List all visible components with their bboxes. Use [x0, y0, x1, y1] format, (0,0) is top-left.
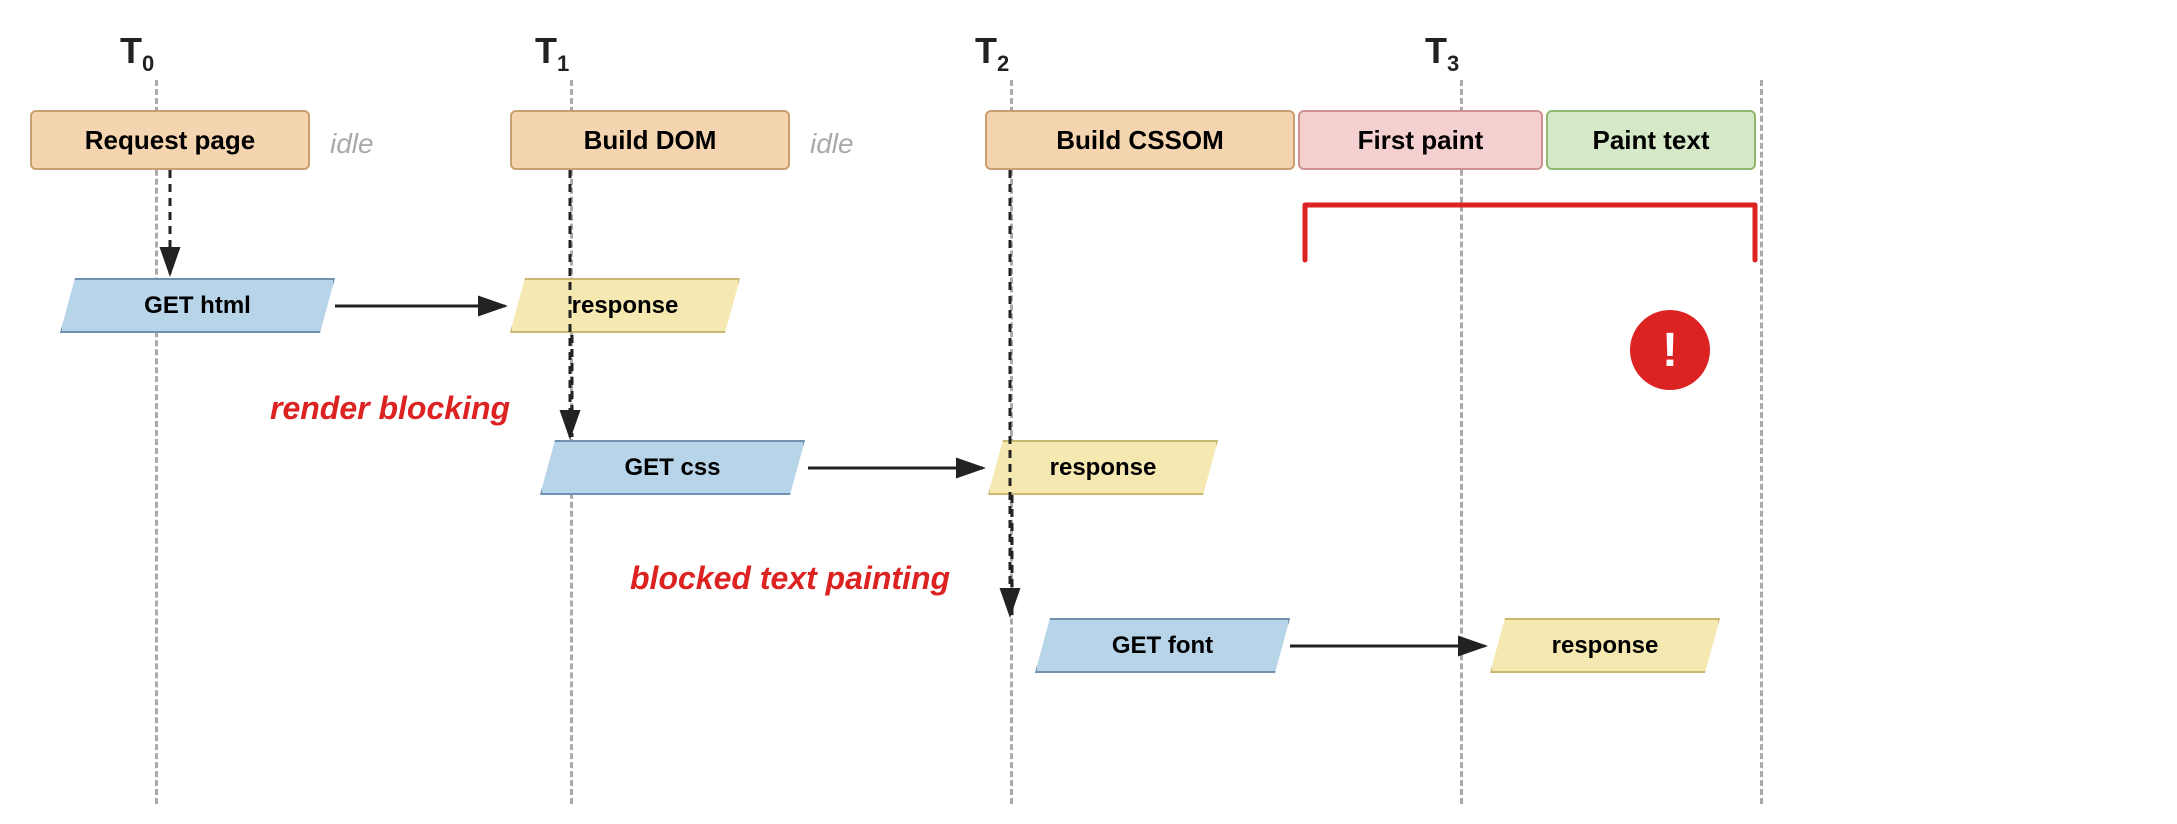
get-html-label: GET html	[144, 292, 251, 320]
response-font-box: response	[1490, 618, 1720, 673]
render-blocking-label: render blocking	[270, 390, 510, 427]
error-icon: !	[1662, 323, 1678, 378]
bracket-svg	[1295, 195, 1765, 275]
build-dom-label: Build DOM	[584, 125, 717, 156]
idle-1: idle	[330, 128, 374, 160]
t3-label: T3	[1425, 30, 1459, 77]
build-cssom-box: Build CSSOM	[985, 110, 1295, 170]
error-circle: !	[1630, 310, 1710, 390]
paint-text-label: Paint text	[1592, 125, 1709, 156]
vline-t3	[1460, 80, 1463, 804]
get-font-label: GET font	[1112, 632, 1213, 660]
get-html-box: GET html	[60, 278, 335, 333]
t2-sub: 2	[997, 51, 1009, 76]
get-css-label: GET css	[624, 454, 720, 482]
t0-label: T0	[120, 30, 154, 77]
build-cssom-label: Build CSSOM	[1056, 125, 1224, 156]
blocked-text-label: blocked text painting	[630, 560, 950, 597]
first-paint-box: First paint	[1298, 110, 1543, 170]
paint-text-box: Paint text	[1546, 110, 1756, 170]
vline-t4	[1760, 80, 1763, 804]
t1-label: T1	[535, 30, 569, 77]
get-css-box: GET css	[540, 440, 805, 495]
request-page-box: Request page	[30, 110, 310, 170]
get-font-box: GET font	[1035, 618, 1290, 673]
response-css-box: response	[988, 440, 1218, 495]
t2-label: T2	[975, 30, 1009, 77]
response-font-label: response	[1552, 632, 1659, 660]
t1-sub: 1	[557, 51, 569, 76]
diagram: T0 T1 T2 T3 Request page idle Build DOM …	[0, 0, 2177, 824]
build-dom-box: Build DOM	[510, 110, 790, 170]
t0-sub: 0	[142, 51, 154, 76]
idle-2: idle	[810, 128, 854, 160]
response-html-label: response	[572, 292, 679, 320]
request-page-label: Request page	[85, 125, 256, 156]
t3-sub: 3	[1447, 51, 1459, 76]
vline-t0	[155, 80, 158, 804]
first-paint-label: First paint	[1358, 125, 1484, 156]
response-css-label: response	[1050, 454, 1157, 482]
response-html-box: response	[510, 278, 740, 333]
